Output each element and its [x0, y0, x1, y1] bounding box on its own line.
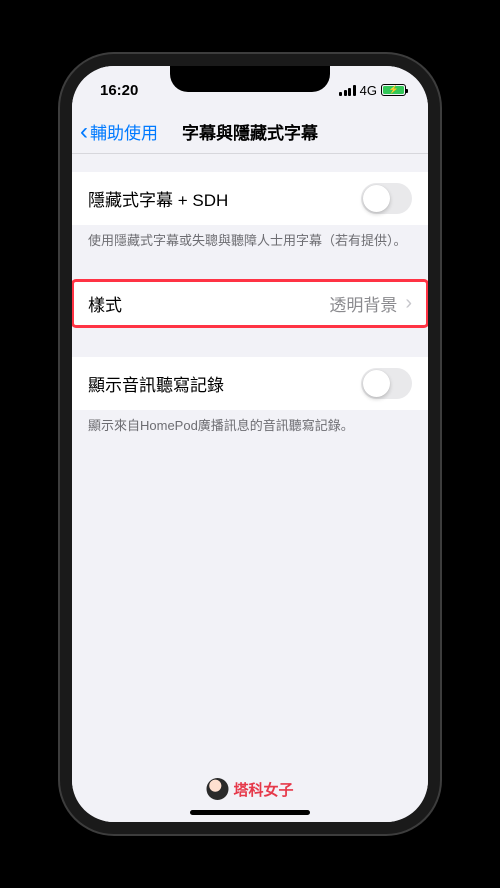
- footer-sdh: 使用隱藏式字幕或失聰與聽障人士用字幕（若有提供）。: [72, 225, 428, 250]
- cell-closed-captions-sdh[interactable]: 隱藏式字幕 + SDH: [72, 172, 428, 225]
- toggle-sdh[interactable]: [361, 183, 412, 214]
- chevron-right-icon: ›: [405, 292, 412, 315]
- network-label: 4G: [360, 83, 377, 98]
- cell-value: 透明背景: [329, 291, 397, 316]
- back-label: 輔助使用: [90, 119, 158, 144]
- navigation-bar: ‹ 輔助使用 字幕與隱藏式字幕: [72, 110, 428, 154]
- watermark-avatar-icon: [206, 778, 228, 800]
- cell-audio-transcript[interactable]: 顯示音訊聽寫記錄: [72, 357, 428, 410]
- toggle-transcript[interactable]: [361, 368, 412, 399]
- phone-frame: 16:20 4G ⚡ ‹ 輔助使用 字幕與隱藏式字幕 隱藏式字幕 + S: [60, 54, 440, 834]
- cell-label: 樣式: [88, 291, 329, 316]
- cell-label: 隱藏式字幕 + SDH: [88, 186, 361, 211]
- signal-icon: [339, 85, 356, 96]
- toggle-knob: [363, 185, 390, 212]
- back-button[interactable]: ‹ 輔助使用: [80, 119, 158, 144]
- screen: 16:20 4G ⚡ ‹ 輔助使用 字幕與隱藏式字幕 隱藏式字幕 + S: [72, 66, 428, 822]
- content-area: 隱藏式字幕 + SDH 使用隱藏式字幕或失聰與聽障人士用字幕（若有提供）。 樣式…: [72, 154, 428, 822]
- cell-trailing: 透明背景 ›: [329, 291, 412, 316]
- watermark: 塔科女子: [206, 778, 293, 800]
- toggle-knob: [363, 370, 390, 397]
- cell-style[interactable]: 樣式 透明背景 ›: [72, 280, 428, 327]
- device-notch: [170, 66, 330, 92]
- cell-label: 顯示音訊聽寫記錄: [88, 371, 361, 396]
- group-style: 樣式 透明背景 ›: [72, 280, 428, 327]
- page-title: 字幕與隱藏式字幕: [182, 119, 318, 144]
- chevron-left-icon: ‹: [80, 120, 88, 144]
- footer-transcript: 顯示來自HomePod廣播訊息的音訊聽寫記錄。: [72, 410, 428, 435]
- battery-icon: ⚡: [381, 84, 406, 96]
- group-sdh: 隱藏式字幕 + SDH 使用隱藏式字幕或失聰與聽障人士用字幕（若有提供）。: [72, 172, 428, 250]
- group-transcript: 顯示音訊聽寫記錄 顯示來自HomePod廣播訊息的音訊聽寫記錄。: [72, 357, 428, 435]
- home-indicator[interactable]: [190, 810, 310, 815]
- status-indicators: 4G ⚡: [339, 83, 406, 98]
- watermark-text: 塔科女子: [233, 779, 293, 800]
- status-time: 16:20: [100, 82, 138, 99]
